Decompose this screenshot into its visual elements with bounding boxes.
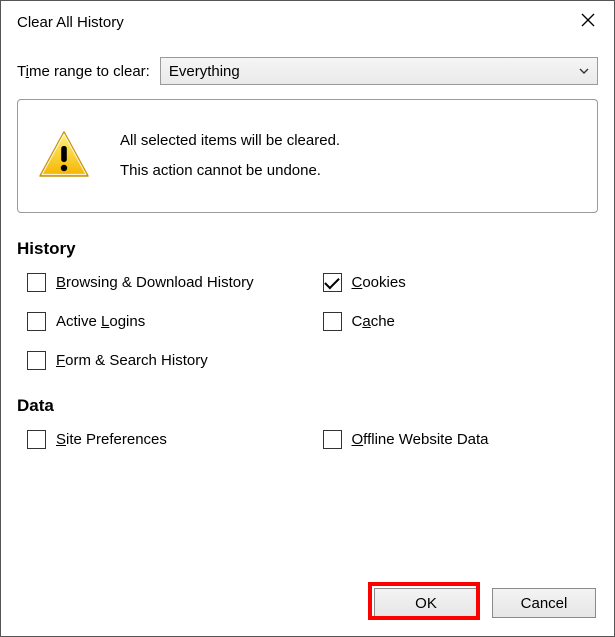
warning-text: All selected items will be cleared. This…: [120, 126, 340, 186]
checkbox-cookies[interactable]: Cookies: [323, 273, 599, 292]
time-range-select-value: Everything: [169, 63, 240, 80]
time-range-select[interactable]: Everything: [160, 57, 598, 85]
checkbox-cookies-label: Cookies: [352, 274, 406, 291]
checkbox-cache[interactable]: Cache: [323, 312, 599, 331]
checkbox-offline-website-data[interactable]: Offline Website Data: [323, 430, 599, 449]
section-heading-data: Data: [17, 396, 598, 416]
time-range-label: Time range to clear:: [17, 63, 150, 80]
checkbox-form-search-history-label: Form & Search History: [56, 352, 208, 369]
section-heading-history: History: [17, 239, 598, 259]
checkbox-form-search-history[interactable]: Form & Search History: [27, 351, 303, 370]
checkbox-site-preferences[interactable]: Site Preferences: [27, 430, 303, 449]
checkbox-browsing-download-history-checkbox[interactable]: [27, 273, 46, 292]
checkbox-browsing-download-history-label: Browsing & Download History: [56, 274, 254, 291]
checkbox-offline-website-data-label: Offline Website Data: [352, 431, 489, 448]
warning-line2: This action cannot be undone.: [120, 156, 340, 186]
checkbox-active-logins-label: Active Logins: [56, 313, 145, 330]
checkbox-cache-label: Cache: [352, 313, 395, 330]
checkbox-active-logins-checkbox[interactable]: [27, 312, 46, 331]
checkbox-active-logins[interactable]: Active Logins: [27, 312, 303, 331]
titlebar: Clear All History: [1, 1, 614, 43]
time-range-label-post: me range to clear:: [29, 63, 150, 80]
ok-button[interactable]: OK: [374, 588, 478, 618]
time-range-label-pre: T: [17, 63, 26, 80]
cancel-button[interactable]: Cancel: [492, 588, 596, 618]
history-options-grid: Browsing & Download History Cookies Active…: [17, 273, 598, 370]
checkbox-site-preferences-checkbox[interactable]: [27, 430, 46, 449]
dialog-content: Time range to clear: Everything: [1, 43, 614, 491]
close-icon: [581, 13, 595, 32]
checkbox-browsing-download-history[interactable]: Browsing & Download History: [27, 273, 303, 292]
time-range-row: Time range to clear: Everything: [17, 57, 598, 85]
button-row: OK Cancel: [374, 588, 596, 618]
checkbox-offline-website-data-checkbox[interactable]: [323, 430, 342, 449]
data-options-grid: Site Preferences Offline Website Data: [17, 430, 598, 449]
checkbox-cache-checkbox[interactable]: [323, 312, 342, 331]
checkbox-form-search-history-checkbox[interactable]: [27, 351, 46, 370]
warning-line1: All selected items will be cleared.: [120, 126, 340, 156]
warning-box: All selected items will be cleared. This…: [17, 99, 598, 213]
dialog-window: Clear All History Time range to clear: E…: [0, 0, 615, 637]
checkbox-site-preferences-label: Site Preferences: [56, 431, 167, 448]
chevron-down-icon: [579, 63, 589, 80]
checkbox-cookies-checkbox[interactable]: [323, 273, 342, 292]
close-button[interactable]: [562, 1, 614, 43]
window-title: Clear All History: [17, 14, 124, 31]
warning-icon: [36, 128, 92, 184]
